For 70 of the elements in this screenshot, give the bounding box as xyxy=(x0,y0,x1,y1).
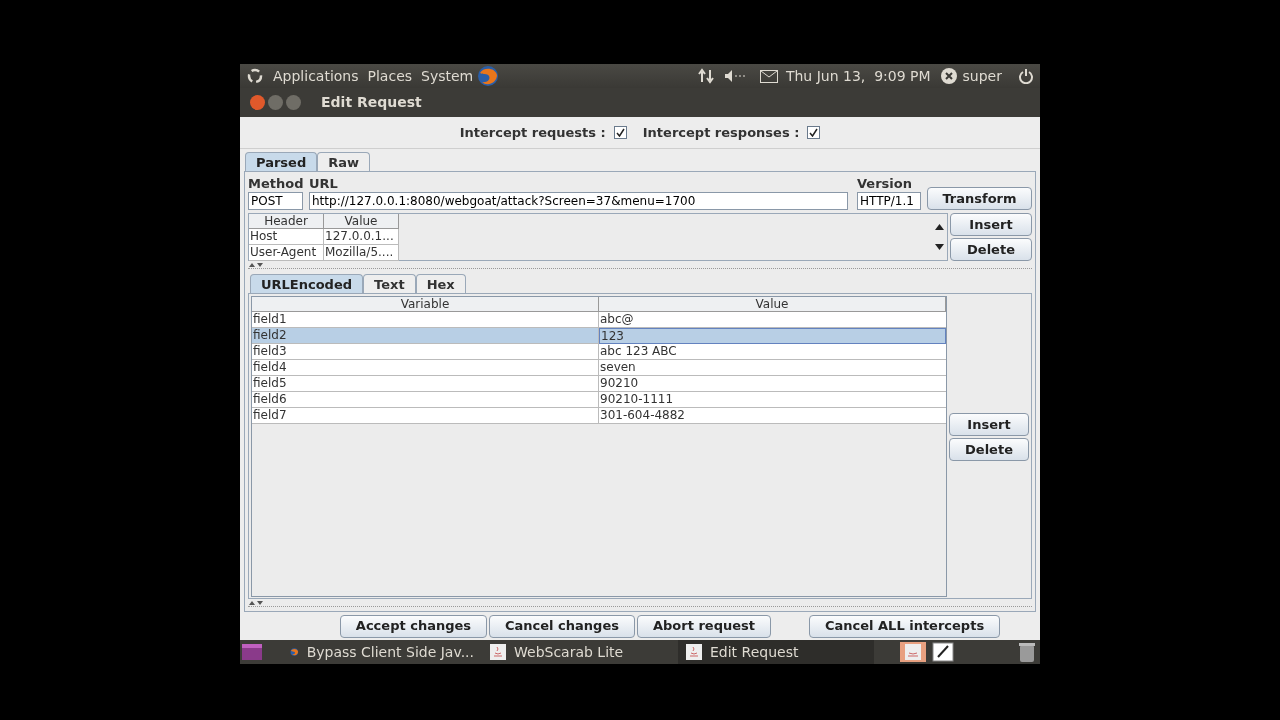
browser-icon[interactable] xyxy=(477,65,500,87)
button[interactable]: Abort request xyxy=(636,614,771,638)
clock[interactable]: Thu Jun 13, 9:09 PM xyxy=(785,65,931,87)
button[interactable]: Insert xyxy=(949,413,1029,436)
tab[interactable]: Text xyxy=(363,274,416,293)
scroll-up-icon[interactable] xyxy=(935,224,944,230)
table-row[interactable]: field1 abc@ xyxy=(252,312,946,328)
tab[interactable]: Raw xyxy=(317,152,371,171)
user-name[interactable]: super xyxy=(962,65,1002,87)
ubuntu-logo-icon[interactable] xyxy=(246,67,264,85)
menu-item[interactable]: Places xyxy=(367,65,413,87)
menu-item[interactable]: System xyxy=(421,65,474,87)
column-header[interactable]: Value xyxy=(324,214,399,229)
tab[interactable]: URLEncoded xyxy=(250,274,364,293)
checkbox[interactable] xyxy=(613,126,627,139)
taskbar-button[interactable]: WebScarab Lite xyxy=(482,640,678,664)
volume-icon[interactable] xyxy=(723,69,746,83)
table-row[interactable]: field4 seven xyxy=(252,360,946,376)
button[interactable]: Delete xyxy=(950,238,1032,261)
tab[interactable]: Hex xyxy=(415,274,466,293)
table-cell: Host xyxy=(249,229,324,245)
button[interactable]: Cancel changes xyxy=(489,614,635,638)
column-header[interactable]: Value xyxy=(599,297,946,312)
field-label: Version xyxy=(857,175,913,192)
java-icon xyxy=(686,644,702,660)
button[interactable]: Cancel ALL intercepts xyxy=(808,614,1001,638)
column-header[interactable]: Variable xyxy=(252,297,599,312)
taskbar-button[interactable]: Bypass Client Side Jav... xyxy=(282,640,482,664)
button[interactable]: Transform xyxy=(927,187,1032,210)
java-icon xyxy=(490,644,506,660)
table-cell: 123 xyxy=(599,328,946,344)
table-row[interactable]: field2 123 xyxy=(252,328,946,344)
power-icon[interactable] xyxy=(1018,68,1034,84)
table-row[interactable]: field7 301-604-4882 xyxy=(252,408,946,424)
checkbox-label: Intercept requests : xyxy=(459,123,606,142)
taskbar-button[interactable]: Edit Request xyxy=(678,640,874,664)
method-field[interactable]: POST xyxy=(248,192,303,210)
field-label: Method xyxy=(248,175,303,192)
url-field[interactable]: http://127.0.0.1:8080/webgoat/attack?Screen=37&menu=1700 xyxy=(309,192,848,210)
scroll-down-icon[interactable] xyxy=(935,244,944,250)
button[interactable]: Accept changes xyxy=(339,614,488,638)
table-row[interactable]: field3 abc 123 ABC xyxy=(252,344,946,360)
table-row[interactable]: field6 90210-1111 xyxy=(252,392,946,408)
button[interactable]: Delete xyxy=(949,438,1029,461)
splitter-arrows-icon xyxy=(248,261,264,268)
field-label: URL xyxy=(309,175,339,192)
mail-icon[interactable] xyxy=(759,69,778,83)
table-cell: 127.0.0.1... xyxy=(324,229,399,245)
checkbox[interactable] xyxy=(807,126,821,139)
menu-item[interactable]: Applications xyxy=(273,65,359,87)
table-row[interactable]: field5 90210 xyxy=(252,376,946,392)
table-cell: Mozilla/5.... xyxy=(324,245,399,261)
close-button[interactable] xyxy=(250,95,265,110)
table-cell: 301-604-4882 xyxy=(599,408,946,424)
tab[interactable]: Parsed xyxy=(245,152,318,171)
version-field[interactable]: HTTP/1.1 xyxy=(857,192,921,210)
splitter-arrows-icon xyxy=(248,599,264,606)
button[interactable]: Insert xyxy=(950,213,1032,236)
user-status-icon[interactable] xyxy=(940,68,957,84)
table-cell: abc@ xyxy=(599,312,946,328)
table-cell: field7 xyxy=(252,408,599,424)
column-header[interactable]: Header xyxy=(249,214,324,229)
checkmark-icon xyxy=(615,128,625,137)
window-title: Edit Request xyxy=(321,93,422,112)
network-icon[interactable] xyxy=(697,68,714,84)
checkbox-label: Intercept responses : xyxy=(642,123,800,142)
table-cell: User-Agent xyxy=(249,245,324,261)
text-editor-icon[interactable] xyxy=(932,642,954,662)
trash-icon[interactable] xyxy=(1018,642,1036,662)
checkmark-icon xyxy=(809,128,819,137)
